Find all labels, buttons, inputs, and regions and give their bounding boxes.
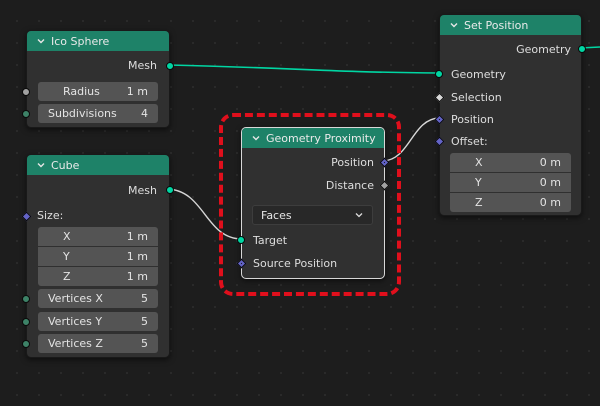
- output-mesh-label: Mesh: [128, 59, 157, 72]
- vertices-x-field[interactable]: Vertices X 5: [38, 289, 158, 308]
- vertices-y-field[interactable]: Vertices Y 5: [38, 312, 158, 331]
- node-title: Set Position: [464, 18, 529, 32]
- node-title: Cube: [51, 158, 80, 172]
- subdivisions-field[interactable]: Subdivisions 4: [38, 104, 158, 123]
- set-position-node[interactable]: Set Position Geometry Geometry Selection…: [434, 14, 586, 216]
- input-offset-label: Offset:: [451, 135, 488, 148]
- ico-sphere-header[interactable]: Ico Sphere: [27, 31, 169, 51]
- input-selection-label: Selection: [451, 91, 502, 104]
- offset-y-field[interactable]: Y 0 m: [450, 173, 571, 192]
- offset-z-field[interactable]: Z 0 m: [450, 193, 571, 212]
- link-icosphere-to-setposition[interactable]: [167, 64, 441, 74]
- offset-x-field[interactable]: X 0 m: [450, 153, 571, 172]
- input-offset-socket[interactable]: [434, 136, 445, 147]
- vertices-z-field[interactable]: Vertices Z 5: [38, 334, 158, 353]
- chevron-down-icon[interactable]: [35, 35, 47, 47]
- input-geometry-label: Geometry: [451, 68, 506, 81]
- cube-header[interactable]: Cube: [27, 155, 169, 175]
- input-selection-socket[interactable]: [434, 92, 445, 103]
- subdivisions-socket[interactable]: [22, 110, 30, 118]
- vertices-z-socket[interactable]: [22, 340, 30, 348]
- size-z-field[interactable]: Z 1 m: [38, 267, 158, 286]
- highlight-annotation: [219, 113, 401, 296]
- radius-socket[interactable]: [22, 88, 30, 96]
- size-label: Size:: [37, 209, 64, 222]
- cube-node[interactable]: Cube Mesh Size: X 1 m Y 1 m Z 1 m Vertic…: [21, 154, 174, 358]
- output-geometry-socket[interactable]: [578, 45, 586, 53]
- output-mesh-socket[interactable]: [166, 186, 174, 194]
- size-socket[interactable]: [21, 211, 32, 222]
- set-position-header[interactable]: Set Position: [440, 15, 581, 35]
- size-x-field[interactable]: X 1 m: [38, 227, 158, 246]
- output-mesh-socket[interactable]: [166, 62, 174, 70]
- input-position-socket[interactable]: [434, 114, 445, 125]
- input-position-label: Position: [451, 113, 494, 126]
- vertices-x-socket[interactable]: [22, 295, 30, 303]
- output-geometry-label: Geometry: [516, 43, 571, 56]
- vertices-y-socket[interactable]: [22, 318, 30, 326]
- output-mesh-label: Mesh: [128, 184, 157, 197]
- chevron-down-icon[interactable]: [448, 19, 460, 31]
- input-geometry-socket[interactable]: [435, 70, 443, 78]
- ico-sphere-node[interactable]: Ico Sphere Mesh Radius 1 m Subdivisions …: [22, 30, 174, 128]
- radius-field[interactable]: Radius 1 m: [38, 82, 158, 101]
- size-y-field[interactable]: Y 1 m: [38, 247, 158, 266]
- chevron-down-icon[interactable]: [35, 159, 47, 171]
- node-title: Ico Sphere: [51, 34, 110, 48]
